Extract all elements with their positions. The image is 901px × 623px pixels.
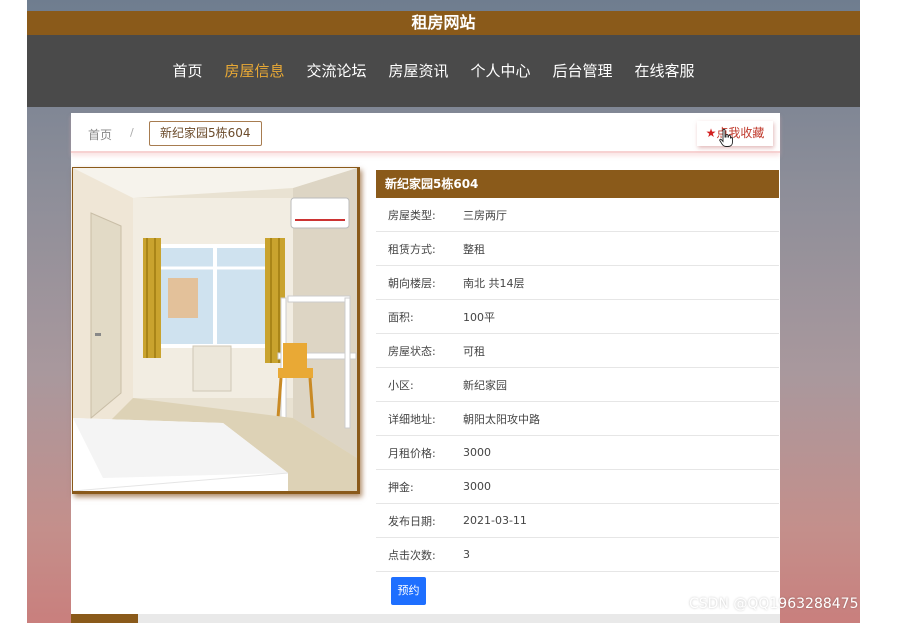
detail-row: 房屋状态: 可租: [376, 334, 779, 368]
detail-value: 100平: [463, 310, 495, 324]
detail-value: 朝阳太阳攻中路: [463, 412, 540, 426]
nav-item-support[interactable]: 在线客服: [624, 35, 706, 107]
detail-value: 新纪家园: [463, 378, 507, 392]
house-photo-frame: [72, 167, 360, 494]
detail-row: 面积: 100平: [376, 300, 779, 334]
detail-key: 面积:: [388, 310, 414, 324]
hand-cursor-icon: [719, 129, 733, 147]
right-margin: [860, 0, 901, 623]
detail-value: 3000: [463, 446, 491, 459]
detail-key: 月租价格:: [388, 446, 436, 460]
detail-value: 2021-03-11: [463, 514, 527, 527]
detail-row: 发布日期: 2021-03-11: [376, 504, 779, 538]
detail-row: 朝向楼层: 南北 共14层: [376, 266, 779, 300]
detail-row: 押金: 3000: [376, 470, 779, 504]
room-illustration: [73, 168, 357, 491]
main-nav: 首页 房屋信息 交流论坛 房屋资讯 个人中心 后台管理 在线客服: [27, 35, 860, 107]
breadcrumb-home[interactable]: 首页: [88, 126, 112, 143]
detail-key: 房屋类型:: [388, 208, 436, 222]
favorite-button[interactable]: ★点我收藏: [697, 121, 773, 146]
detail-key: 小区:: [388, 378, 414, 392]
detail-value: 可租: [463, 344, 485, 358]
nav-item-house-news[interactable]: 房屋资讯: [377, 35, 459, 107]
section-tab: [71, 614, 138, 623]
detail-value: 3: [463, 548, 470, 561]
left-margin: [0, 0, 27, 623]
breadcrumb-current: 新纪家园5栋604: [149, 121, 262, 146]
house-photo[interactable]: [73, 168, 357, 491]
detail-row: 月租价格: 3000: [376, 436, 779, 470]
detail-key: 点击次数:: [388, 548, 436, 562]
detail-row: 租赁方式: 整租: [376, 232, 779, 266]
breadcrumb-separator: /: [130, 126, 134, 139]
nav-item-house-info[interactable]: 房屋信息: [213, 35, 295, 107]
detail-key: 朝向楼层:: [388, 276, 436, 290]
detail-value: 南北 共14层: [463, 276, 525, 290]
detail-title: 新纪家园5栋604: [376, 170, 779, 198]
reserve-button[interactable]: 预约: [391, 577, 426, 605]
detail-key: 房屋状态:: [388, 344, 436, 358]
detail-value: 三房两厅: [463, 208, 507, 222]
section-divider: [138, 614, 780, 623]
nav-item-forum[interactable]: 交流论坛: [295, 35, 377, 107]
content-card: 首页 / 新纪家园5栋604 ★点我收藏 新纪家园5栋604 房屋类型: 三房两…: [71, 113, 780, 623]
detail-row: 点击次数: 3: [376, 538, 779, 572]
detail-row: 详细地址: 朝阳太阳攻中路: [376, 402, 779, 436]
star-icon: ★: [705, 126, 717, 140]
house-detail: 新纪家园5栋604 房屋类型: 三房两厅 租赁方式: 整租 朝向楼层: 南北 共…: [376, 170, 779, 623]
detail-key: 押金:: [388, 480, 414, 494]
detail-row: 房屋类型: 三房两厅: [376, 198, 779, 232]
detail-key: 租赁方式:: [388, 242, 436, 256]
site-title: 租房网站: [27, 11, 860, 35]
breadcrumb: 首页 / 新纪家园5栋604 ★点我收藏: [71, 113, 780, 153]
detail-key: 详细地址:: [388, 412, 436, 426]
watermark: CSDN @QQ1963288475: [689, 596, 859, 612]
detail-value: 3000: [463, 480, 491, 493]
detail-row: 小区: 新纪家园: [376, 368, 779, 402]
detail-value: 整租: [463, 242, 485, 256]
nav-item-home[interactable]: 首页: [161, 35, 213, 107]
nav-item-admin[interactable]: 后台管理: [542, 35, 624, 107]
detail-key: 发布日期:: [388, 514, 436, 528]
nav-item-profile[interactable]: 个人中心: [460, 35, 542, 107]
